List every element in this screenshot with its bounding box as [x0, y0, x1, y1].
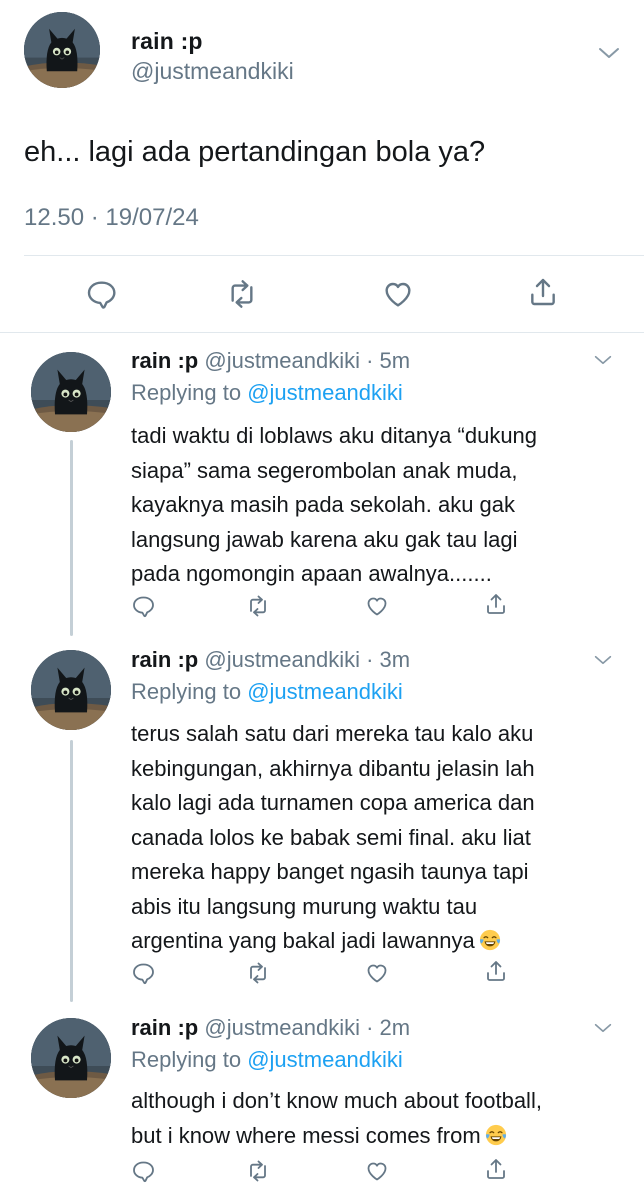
- author-handle-time[interactable]: @justmeandkiki · 2m: [204, 1015, 410, 1040]
- thread-line: [70, 440, 73, 636]
- replying-to: Replying to @justmeandkiki: [131, 380, 403, 406]
- author-handle-time[interactable]: @justmeandkiki · 3m: [204, 647, 410, 672]
- replying-label: Replying to: [131, 380, 248, 405]
- chevron-down-icon[interactable]: [594, 654, 612, 666]
- like-icon[interactable]: [365, 961, 389, 985]
- divider: [0, 332, 644, 333]
- reply-header: rain :p @justmeandkiki · 2m: [131, 1015, 410, 1041]
- author-handle-time[interactable]: @justmeandkiki · 5m: [204, 348, 410, 373]
- text-line: tadi waktu di loblaws aku ditanya “dukun…: [131, 423, 538, 448]
- text-line: canada lolos ke babak semi final. aku li…: [131, 824, 531, 850]
- chevron-down-icon[interactable]: [594, 1022, 612, 1034]
- avatar[interactable]: [31, 352, 111, 432]
- face-with-tears-of-joy-icon: [484, 1123, 507, 1146]
- avatar[interactable]: [31, 1018, 111, 1098]
- retweet-icon[interactable]: [226, 278, 258, 310]
- author-name[interactable]: rain :p: [131, 28, 203, 55]
- avatar-image: [31, 650, 111, 730]
- replying-to: Replying to @justmeandkiki: [131, 679, 403, 705]
- chevron-down-icon[interactable]: [598, 46, 620, 60]
- reply-text: terus salah satu dari mereka tau kalo ak…: [131, 717, 611, 959]
- chevron-down-icon[interactable]: [594, 354, 612, 366]
- tweet-text: eh... lagi ada pertandingan bola ya?: [24, 136, 486, 168]
- reply-icon[interactable]: [131, 961, 155, 985]
- text-line-content: but i know where messi comes from: [131, 1122, 481, 1148]
- text-line: terus salah satu dari mereka tau kalo ak…: [131, 721, 534, 746]
- share-icon[interactable]: [484, 1157, 508, 1181]
- text-line: argentina yang bakal jadi lawannya: [131, 924, 611, 959]
- divider: [24, 255, 644, 256]
- reply-icon[interactable]: [85, 278, 117, 310]
- replying-to: Replying to @justmeandkiki: [131, 1047, 403, 1073]
- mention-link[interactable]: @justmeandkiki: [247, 679, 403, 704]
- text-line: although i don’t know much about footbal…: [131, 1088, 542, 1113]
- share-icon[interactable]: [484, 592, 508, 616]
- author-name[interactable]: rain :p: [131, 348, 198, 373]
- text-line: but i know where messi comes from: [131, 1119, 611, 1154]
- author-name[interactable]: rain :p: [131, 1015, 198, 1040]
- avatar-image: [31, 1018, 111, 1098]
- tweet-timestamp[interactable]: 12.50 · 19/07/24: [24, 204, 199, 232]
- reply-header: rain :p @justmeandkiki · 3m: [131, 647, 410, 673]
- text-line: abis itu langsung murung waktu tau: [131, 893, 478, 919]
- reply-icon[interactable]: [131, 594, 155, 618]
- like-icon[interactable]: [382, 278, 414, 310]
- share-icon[interactable]: [484, 959, 508, 983]
- avatar[interactable]: [24, 12, 100, 88]
- retweet-icon[interactable]: [246, 1159, 270, 1183]
- retweet-icon[interactable]: [246, 594, 270, 618]
- retweet-icon[interactable]: [246, 961, 270, 985]
- text-line: langsung jawab karena aku gak tau lagi: [131, 526, 518, 552]
- text-line-content: argentina yang bakal jadi lawannya: [131, 928, 475, 953]
- like-icon[interactable]: [365, 594, 389, 618]
- reply-text: although i don’t know much about footbal…: [131, 1084, 611, 1153]
- avatar[interactable]: [31, 650, 111, 730]
- text-line: kalo lagi ada turnamen copa america dan: [131, 790, 535, 815]
- avatar-image: [31, 352, 111, 432]
- thread-line: [70, 740, 73, 1002]
- mention-link[interactable]: @justmeandkiki: [247, 380, 403, 405]
- face-with-tears-of-joy-icon: [478, 929, 501, 951]
- author-name[interactable]: rain :p: [131, 647, 198, 672]
- replying-label: Replying to: [131, 679, 248, 704]
- share-icon[interactable]: [527, 276, 559, 308]
- text-line: pada ngomongin apaan awalnya.......: [131, 561, 492, 586]
- text-line: siapa” sama segerombolan anak muda,: [131, 457, 518, 483]
- text-line: kayaknya masih pada sekolah. aku gak: [131, 492, 516, 517]
- reply-text: tadi waktu di loblaws aku ditanya “dukun…: [131, 419, 611, 592]
- author-handle[interactable]: @justmeandkiki: [131, 58, 294, 85]
- mention-link[interactable]: @justmeandkiki: [247, 1047, 403, 1072]
- replying-label: Replying to: [131, 1047, 248, 1072]
- reply-icon[interactable]: [131, 1159, 155, 1183]
- like-icon[interactable]: [365, 1159, 389, 1183]
- avatar-image: [24, 12, 100, 88]
- text-line: kebingungan, akhirnya dibantu jelasin la…: [131, 755, 535, 781]
- text-line: mereka happy banget ngasih taunya tapi: [131, 859, 529, 884]
- reply-header: rain :p @justmeandkiki · 5m: [131, 348, 410, 374]
